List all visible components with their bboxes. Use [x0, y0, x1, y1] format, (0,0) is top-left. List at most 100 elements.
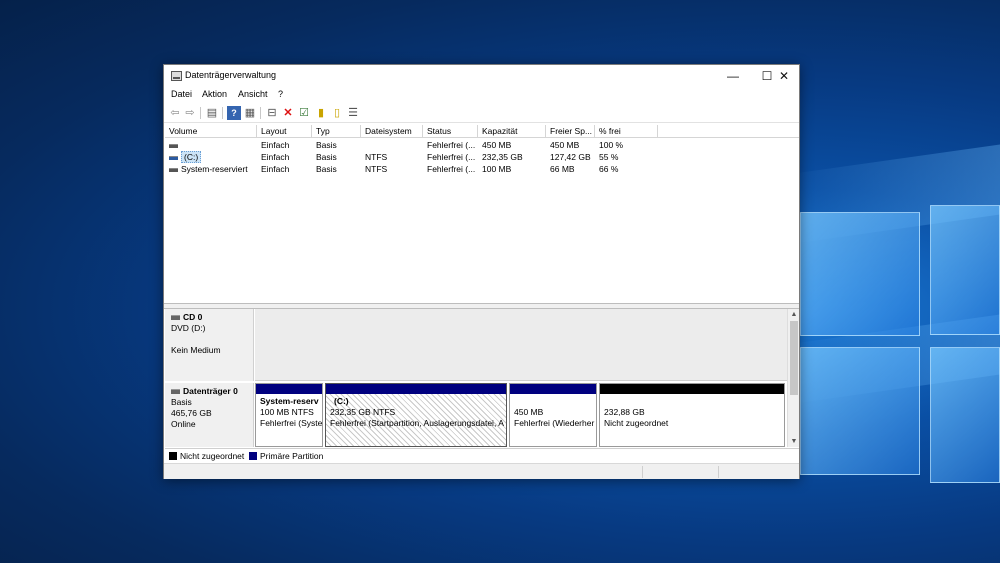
- cell-volume: (C:): [181, 151, 202, 163]
- scroll-up-icon[interactable]: ▲: [788, 309, 800, 320]
- volume-icon: [169, 155, 178, 160]
- windows-logo-pane: [930, 205, 1000, 335]
- unallocated-bar: [600, 384, 784, 394]
- disk-state: Kein Medium: [171, 345, 221, 355]
- cell-prozent: 66 %: [599, 164, 619, 174]
- cell-layout: Einfach: [261, 152, 290, 162]
- toolbar-separator: [200, 107, 201, 119]
- column-volume[interactable]: Volume: [165, 125, 257, 138]
- menu-help[interactable]: ?: [278, 89, 283, 99]
- window-title: Datenträgerverwaltung: [185, 70, 277, 80]
- menu-ansicht[interactable]: Ansicht: [238, 89, 268, 99]
- primary-partition-swatch: [249, 452, 257, 460]
- cell-dateisystem: NTFS: [365, 152, 388, 162]
- cell-status: Fehlerfrei (...: [427, 140, 476, 150]
- partition-size: 100 MB NTFS: [260, 407, 314, 417]
- cell-kapazitaet: 100 MB: [482, 164, 512, 174]
- table-row[interactable]: Einfach Basis Fehlerfrei (... 450 MB 450…: [165, 139, 799, 151]
- table-row[interactable]: (C:) Einfach Basis NTFS Fehlerfrei (... …: [165, 151, 799, 163]
- disk-graphical-view: CD 0 DVD (D:) Kein Medium Datenträger 0 …: [165, 309, 787, 447]
- partition-status: Fehlerfrei (Syste: [260, 418, 322, 428]
- disk-type: Basis: [171, 397, 192, 407]
- cd-drive-icon: [171, 315, 180, 321]
- volume-icon: [169, 167, 178, 172]
- disk-name: Datenträger 0: [183, 386, 238, 396]
- volume-table: Volume Layout Typ Dateisystem Status Kap…: [165, 125, 799, 303]
- disk-size: 465,76 GB: [171, 408, 212, 418]
- partition-title: [514, 396, 592, 407]
- delete-icon[interactable]: ✕: [281, 106, 295, 120]
- column-kapazitaet[interactable]: Kapazität: [478, 125, 546, 138]
- table-row[interactable]: System-reserviert Einfach Basis NTFS Feh…: [165, 163, 799, 175]
- close-button[interactable]: ✕: [767, 66, 801, 86]
- cell-dateisystem: NTFS: [365, 164, 388, 174]
- toolbar-separator: [260, 107, 261, 119]
- status-bar-divider: [718, 466, 719, 478]
- partition-title: (C:): [334, 396, 349, 406]
- console-tree-icon[interactable]: ▤: [205, 106, 219, 120]
- windows-logo-pane: [800, 212, 920, 336]
- column-prozent-frei[interactable]: % frei: [595, 125, 658, 138]
- column-layout[interactable]: Layout: [257, 125, 312, 138]
- partition-size: 232,88 GB: [604, 407, 645, 417]
- disk-type: DVD (D:): [171, 323, 206, 333]
- cell-kapazitaet: 232,35 GB: [482, 152, 523, 162]
- properties-icon[interactable]: ▦: [243, 106, 257, 120]
- disk-label-disk0[interactable]: Datenträger 0 Basis 465,76 GB Online: [165, 383, 254, 447]
- disk-name: CD 0: [183, 312, 203, 322]
- connect-drive-icon[interactable]: ⊟: [265, 106, 279, 120]
- cell-layout: Einfach: [261, 140, 290, 150]
- check-icon[interactable]: ☑: [297, 106, 311, 120]
- cell-typ: Basis: [316, 140, 337, 150]
- unallocated-space[interactable]: 232,88 GB Nicht zugeordnet: [599, 383, 785, 447]
- open-document-icon[interactable]: ▯: [330, 106, 344, 120]
- legend-bar: Nicht zugeordnet Primäre Partition: [165, 448, 799, 462]
- partition-recovery[interactable]: 450 MB Fehlerfrei (Wiederher: [509, 383, 597, 447]
- partition-title: [604, 396, 780, 407]
- forward-arrow-icon[interactable]: ⇨: [183, 106, 197, 120]
- minimize-button[interactable]: —: [716, 66, 750, 86]
- partition-c[interactable]: (C:) 232,35 GB NTFS Fehlerfrei (Startpar…: [325, 383, 507, 447]
- menu-datei[interactable]: Datei: [171, 89, 192, 99]
- disk-label-cd0[interactable]: CD 0 DVD (D:) Kein Medium: [165, 309, 254, 381]
- cell-status: Fehlerfrei (...: [427, 152, 476, 162]
- column-status[interactable]: Status: [423, 125, 478, 138]
- disk-management-window: Datenträgerverwaltung — ☐ ✕ Datei Aktion…: [163, 64, 800, 479]
- new-document-icon[interactable]: ▮: [314, 106, 328, 120]
- cell-frei: 66 MB: [550, 164, 575, 174]
- help-icon[interactable]: ?: [227, 106, 241, 120]
- partition-system-reserved[interactable]: System-reserv 100 MB NTFS Fehlerfrei (Sy…: [255, 383, 323, 447]
- primary-partition-bar: [510, 384, 596, 394]
- disk-management-icon: [171, 71, 182, 81]
- cd0-empty-area: [255, 309, 787, 381]
- disk-state: Online: [171, 419, 196, 429]
- back-arrow-icon[interactable]: ⇦: [168, 106, 182, 120]
- column-freier-speicher[interactable]: Freier Sp...: [546, 125, 595, 138]
- cell-frei: 127,42 GB: [550, 152, 591, 162]
- partition-status: Fehlerfrei (Wiederher: [514, 418, 595, 428]
- cell-layout: Einfach: [261, 164, 290, 174]
- cell-typ: Basis: [316, 152, 337, 162]
- menu-aktion[interactable]: Aktion: [202, 89, 227, 99]
- vertical-scrollbar[interactable]: ▲ ▼: [787, 309, 799, 447]
- windows-logo-pane: [800, 347, 920, 475]
- toolbar: ⇦ ⇨ ▤ ? ▦ ⊟ ✕ ☑ ▮ ▯ ☰: [164, 103, 799, 123]
- status-bar-divider: [642, 466, 643, 478]
- column-typ[interactable]: Typ: [312, 125, 361, 138]
- primary-partition-bar: [256, 384, 322, 394]
- cell-prozent: 55 %: [599, 152, 619, 162]
- cell-prozent: 100 %: [599, 140, 624, 150]
- list-view-icon[interactable]: ☰: [346, 106, 360, 120]
- cell-dateisystem: [361, 139, 423, 151]
- legend-primary: Primäre Partition: [260, 451, 324, 461]
- volume-table-header: Volume Layout Typ Dateisystem Status Kap…: [165, 125, 799, 138]
- partition-title: System-reserv: [260, 396, 319, 406]
- partition-status: Nicht zugeordnet: [604, 418, 669, 428]
- partition-status: Fehlerfrei (Startpartition, Auslagerungs…: [330, 418, 504, 428]
- title-bar[interactable]: Datenträgerverwaltung — ☐ ✕: [164, 65, 799, 87]
- scrollbar-thumb[interactable]: [790, 321, 798, 395]
- toolbar-separator: [222, 107, 223, 119]
- column-dateisystem[interactable]: Dateisystem: [361, 125, 423, 138]
- scroll-down-icon[interactable]: ▼: [788, 436, 800, 447]
- hard-disk-icon: [171, 389, 180, 395]
